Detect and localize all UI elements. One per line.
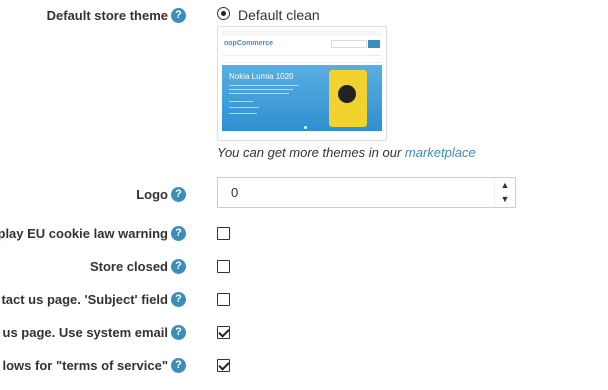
logo-label: Logo <box>136 187 168 202</box>
help-icon[interactable]: ? <box>171 325 186 340</box>
preview-search <box>331 40 367 48</box>
preview-slider-dot <box>304 126 307 129</box>
setting-label: t us page. Use system email <box>0 325 168 340</box>
marketplace-note-text: You can get more themes in our <box>217 145 405 160</box>
preview-phone-camera <box>338 85 356 103</box>
marketplace-note: You can get more themes in our marketpla… <box>217 145 476 160</box>
preview-nav <box>222 55 382 63</box>
theme-radio[interactable] <box>217 7 230 20</box>
theme-row: Default store theme ? Default clean nopC… <box>0 0 608 170</box>
preview-text-line <box>229 113 257 114</box>
logo-input[interactable]: 0 ▲ ▼ <box>217 177 516 208</box>
terms-of-service-checkbox[interactable] <box>217 359 230 372</box>
theme-option-label[interactable]: Default clean <box>238 7 320 23</box>
marketplace-link[interactable]: marketplace <box>405 145 476 160</box>
setting-row-contact-system-email: t us page. Use system email ? <box>0 317 608 347</box>
preview-text-line <box>229 101 253 102</box>
preview-text-line <box>229 85 299 86</box>
setting-row-store-closed: Store closed ? <box>0 251 608 281</box>
help-icon[interactable]: ? <box>171 259 186 274</box>
help-icon[interactable]: ? <box>171 8 186 23</box>
preview-logo: nopCommerce <box>224 40 274 47</box>
setting-label: Store closed <box>89 259 168 274</box>
preview-banner-title: Nokia Lumia 1020 <box>229 72 294 81</box>
store-closed-checkbox[interactable] <box>217 260 230 273</box>
setting-row-terms-of-service: lows for "terms of service" ? <box>0 350 608 380</box>
theme-label: Default store theme <box>46 8 168 23</box>
preview-text-line <box>229 93 289 94</box>
preview-text-line <box>229 107 259 108</box>
setting-label: play EU cookie law warning <box>0 226 168 241</box>
preview-topbar <box>222 30 382 36</box>
preview-text-line <box>229 89 293 90</box>
help-icon[interactable]: ? <box>171 292 186 307</box>
logo-input-value: 0 <box>231 185 239 200</box>
setting-label: tact us page. 'Subject' field <box>1 292 168 307</box>
help-icon[interactable]: ? <box>171 226 186 241</box>
help-icon[interactable]: ? <box>171 358 186 373</box>
spinner-down-icon[interactable]: ▼ <box>495 192 515 206</box>
theme-preview-image: nopCommerce Nokia Lumia 1020 <box>217 26 387 141</box>
logo-spinner: ▲ ▼ <box>494 178 515 207</box>
spinner-up-icon[interactable]: ▲ <box>495 178 515 192</box>
setting-row-contact-subject: tact us page. 'Subject' field ? <box>0 284 608 314</box>
help-icon[interactable]: ? <box>171 187 186 202</box>
contact-subject-checkbox[interactable] <box>217 293 230 306</box>
setting-row-eu-cookie: play EU cookie law warning ? <box>0 218 608 248</box>
contact-system-email-checkbox[interactable] <box>217 326 230 339</box>
setting-label: lows for "terms of service" <box>2 358 169 373</box>
eu-cookie-checkbox[interactable] <box>217 227 230 240</box>
preview-search-button <box>368 40 380 48</box>
